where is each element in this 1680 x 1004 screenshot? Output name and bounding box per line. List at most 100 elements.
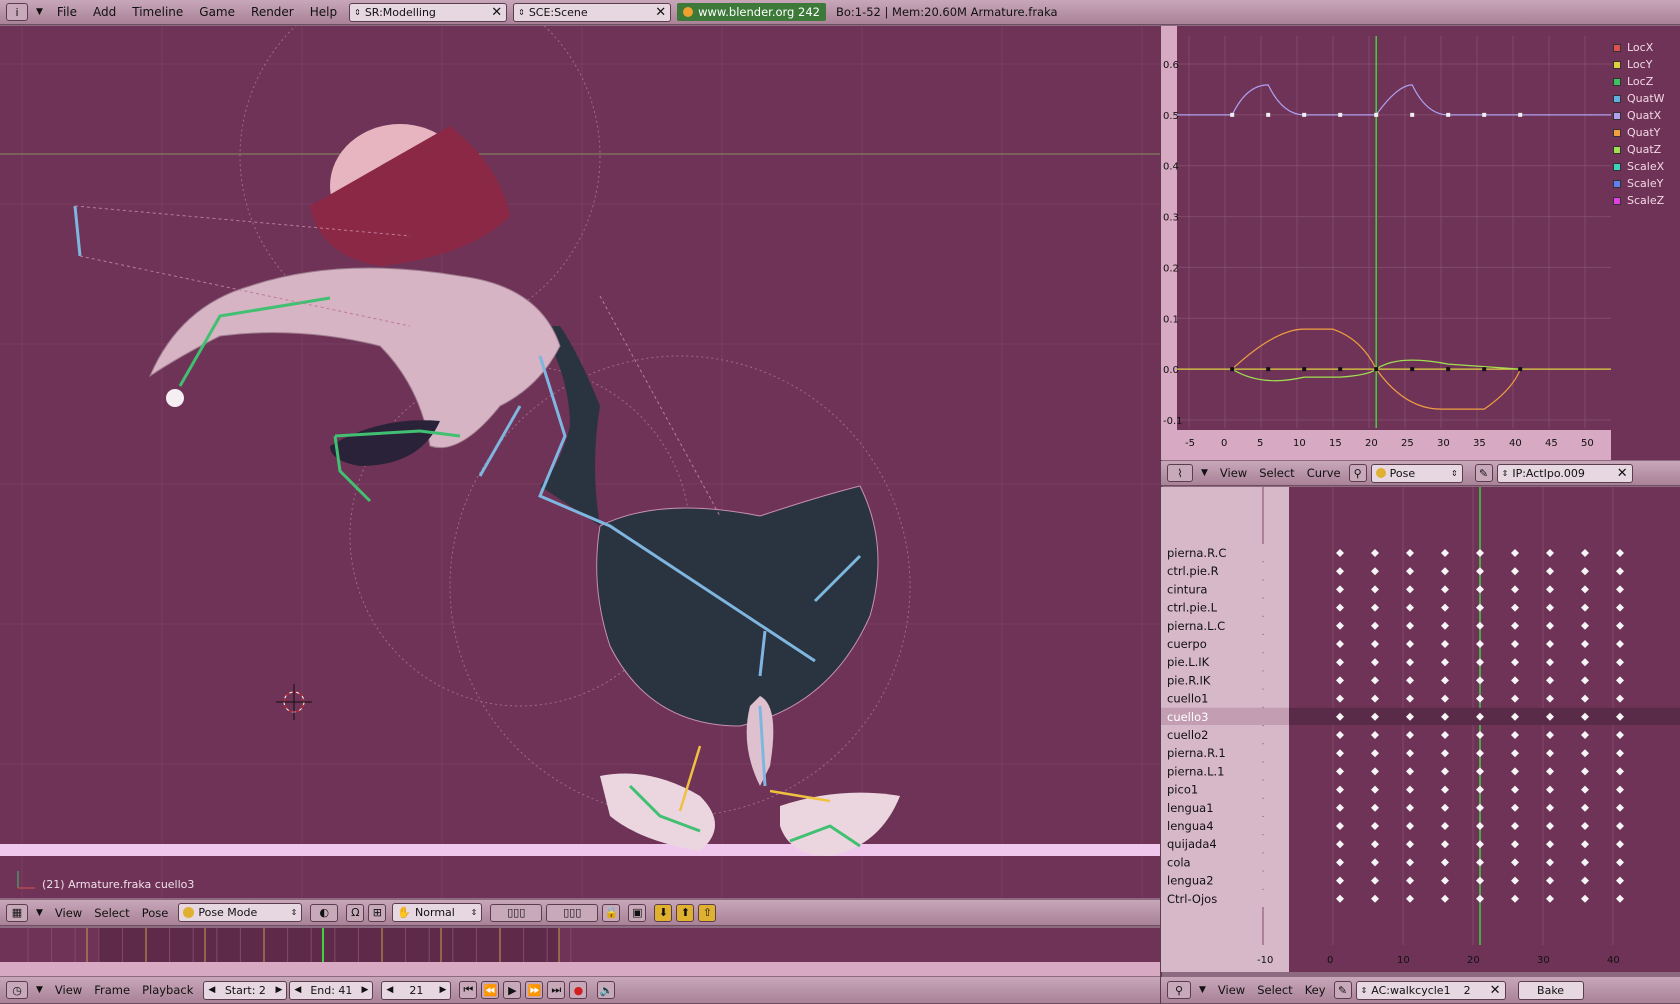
menu-help[interactable]: Help	[302, 5, 345, 19]
sound-icon[interactable]: 🔈	[597, 981, 616, 999]
viewport-canvas[interactable]	[0, 26, 1160, 898]
clock-icon[interactable]: ◷	[6, 981, 28, 999]
arrow-right-icon[interactable]: ▶	[439, 985, 446, 995]
ipo-keyframe[interactable]	[1518, 367, 1523, 372]
ipo-type-selector[interactable]: Pose ⇕	[1370, 463, 1463, 483]
chevron-down-icon[interactable]: ▼	[36, 908, 43, 918]
ipo-curve-icon[interactable]: ⌇	[1167, 464, 1193, 482]
channel-name[interactable]: pie.R.IK	[1167, 673, 1211, 687]
jump-start-icon[interactable]: ⏮	[459, 981, 478, 999]
ipo-keyframe[interactable]	[1482, 112, 1487, 117]
ipo-channel-locy[interactable]: LocY	[1613, 56, 1677, 73]
menu-view[interactable]: View	[49, 906, 88, 920]
play-icon[interactable]: ▶	[503, 981, 522, 999]
channel-name[interactable]: lengua1	[1167, 801, 1214, 815]
ipo-keyframe[interactable]	[1302, 367, 1307, 372]
ipo-channel-locz[interactable]: LocZ	[1613, 73, 1677, 90]
menu-file[interactable]: File	[49, 5, 85, 19]
prev-key-icon[interactable]: ⏪	[481, 981, 500, 999]
close-icon[interactable]: ✕	[1617, 466, 1628, 481]
channel-name[interactable]: pierna.R.C	[1167, 546, 1226, 560]
orientation-selector[interactable]: ✋ Normal ⇕	[392, 903, 483, 922]
action-selector[interactable]: ⇕ AC:walkcycle1 2 ✕	[1355, 980, 1506, 1000]
channel-name[interactable]: lengua2	[1167, 874, 1214, 888]
ipo-channel-locx[interactable]: LocX	[1613, 39, 1677, 56]
chevron-down-icon[interactable]: ▼	[36, 985, 43, 995]
ipo-keyframe[interactable]	[1374, 112, 1379, 117]
paste-pose-icon[interactable]: ⬆	[676, 903, 695, 922]
channel-name[interactable]: quijada4	[1167, 837, 1217, 851]
chevron-down-icon[interactable]: ▼	[36, 7, 43, 17]
channel-name[interactable]: cuello2	[1167, 728, 1208, 742]
ipo-keyframe[interactable]	[1374, 367, 1379, 372]
ipo-channel-quatw[interactable]: QuatW	[1613, 90, 1677, 107]
channel-name[interactable]: cuello3	[1167, 710, 1208, 724]
close-icon[interactable]: ✕	[491, 5, 502, 20]
channel-name[interactable]: pierna.L.1	[1167, 764, 1224, 778]
ipo-keyframe[interactable]	[1266, 367, 1271, 372]
manipulator-icon[interactable]: ⊞	[368, 903, 387, 922]
arrow-left-icon[interactable]: ◀	[208, 985, 215, 995]
channel-name[interactable]: cuello1	[1167, 692, 1208, 706]
channel-name[interactable]: pie.L.IK	[1167, 655, 1210, 669]
ipo-channel-scalez[interactable]: ScaleZ	[1613, 192, 1677, 209]
menu-key[interactable]: Key	[1299, 983, 1332, 997]
ipo-channel-quaty[interactable]: QuatY	[1613, 124, 1677, 141]
ipo-keyframe[interactable]	[1446, 112, 1451, 117]
ipo-keyframe[interactable]	[1338, 112, 1343, 117]
action-editor-icon[interactable]: ⚲	[1167, 981, 1191, 999]
grid-icon[interactable]: ▦	[6, 903, 28, 922]
ipo-keyframe[interactable]	[1338, 367, 1343, 372]
current-frame-field[interactable]: ◀ 21 ▶	[381, 980, 452, 1000]
3d-viewport[interactable]: (21) Armature.fraka cuello3	[0, 26, 1160, 898]
record-icon[interactable]: ●	[569, 981, 588, 999]
start-frame-field[interactable]: ◀ Start: 2 ▶	[203, 980, 288, 1000]
channel-name[interactable]: pierna.R.1	[1167, 746, 1226, 760]
layers-icon[interactable]: ▯▯▯	[490, 903, 543, 922]
info-icon[interactable]: i	[6, 3, 28, 21]
ipo-keyframe[interactable]	[1518, 112, 1523, 117]
ipo-keyframe[interactable]	[1446, 367, 1451, 372]
ipo-editor[interactable]: 0.6 0.5 0.4 0.3 0.2 0.1 0.0 -0.1 -5 0 5 10 15 20 25 30 3…	[1161, 26, 1680, 460]
draw-type-icon[interactable]: ◐	[310, 903, 339, 922]
chevron-down-icon[interactable]: ▼	[1199, 985, 1206, 995]
menu-curve[interactable]: Curve	[1301, 466, 1347, 480]
ipo-channel-quatx[interactable]: QuatX	[1613, 107, 1677, 124]
menu-select[interactable]: Select	[1253, 466, 1300, 480]
action-canvas[interactable]: -10 0 10 20 30 40 pierna.R.C ctrl.pie.R cintura c…	[1161, 487, 1680, 972]
menu-game[interactable]: Game	[191, 5, 243, 19]
ipo-keyframe[interactable]	[1266, 112, 1271, 117]
menu-pose[interactable]: Pose	[136, 906, 175, 920]
ipo-keyframe[interactable]	[1302, 112, 1307, 117]
channel-name[interactable]: cintura	[1167, 582, 1207, 596]
channel-name[interactable]: ctrl.pie.L	[1167, 601, 1218, 615]
menu-view[interactable]: View	[1212, 983, 1251, 997]
menu-select[interactable]: Select	[88, 906, 135, 920]
3d-cursor-icon[interactable]	[276, 684, 312, 720]
bake-button[interactable]: Bake	[1517, 980, 1584, 1000]
close-icon[interactable]: ✕	[655, 5, 666, 20]
channel-name[interactable]: ctrl.pie.R	[1167, 564, 1219, 578]
mode-selector[interactable]: Pose Mode ⇕	[178, 903, 303, 922]
paste-flip-icon[interactable]: ⇧	[698, 903, 717, 922]
ipo-keyframe[interactable]	[1482, 367, 1487, 372]
ipo-canvas[interactable]: 0.6 0.5 0.4 0.3 0.2 0.1 0.0 -0.1-5 0 5 10 15 20 25 30 3…	[1161, 26, 1680, 460]
ipo-channel-scaley[interactable]: ScaleY	[1613, 175, 1677, 192]
channel-name[interactable]: pierna.L.C	[1167, 619, 1225, 633]
menu-select[interactable]: Select	[1251, 983, 1298, 997]
ipo-channel-quatz[interactable]: QuatZ	[1613, 141, 1677, 158]
rotate-pivot-icon[interactable]: Ω	[346, 903, 365, 922]
lock-icon[interactable]: 🔒	[602, 903, 621, 922]
menu-frame[interactable]: Frame	[88, 983, 136, 997]
jump-end-icon[interactable]: ⏭	[547, 981, 566, 999]
pin-icon[interactable]: ✎	[1333, 981, 1352, 999]
body-mesh[interactable]	[596, 485, 879, 727]
render-icon[interactable]: ▣	[628, 903, 647, 922]
chevron-down-icon[interactable]: ▼	[1201, 468, 1208, 478]
screen-selector[interactable]: ⇕ SR:Modelling ✕	[349, 2, 508, 22]
menu-render[interactable]: Render	[243, 5, 302, 19]
ipo-keyframe[interactable]	[1230, 112, 1235, 117]
channel-name[interactable]: cola	[1167, 855, 1191, 869]
ipo-keyframe[interactable]	[1230, 367, 1235, 372]
timeline-canvas[interactable]: -4-2024681012141618202224262830323436384…	[0, 928, 1160, 976]
